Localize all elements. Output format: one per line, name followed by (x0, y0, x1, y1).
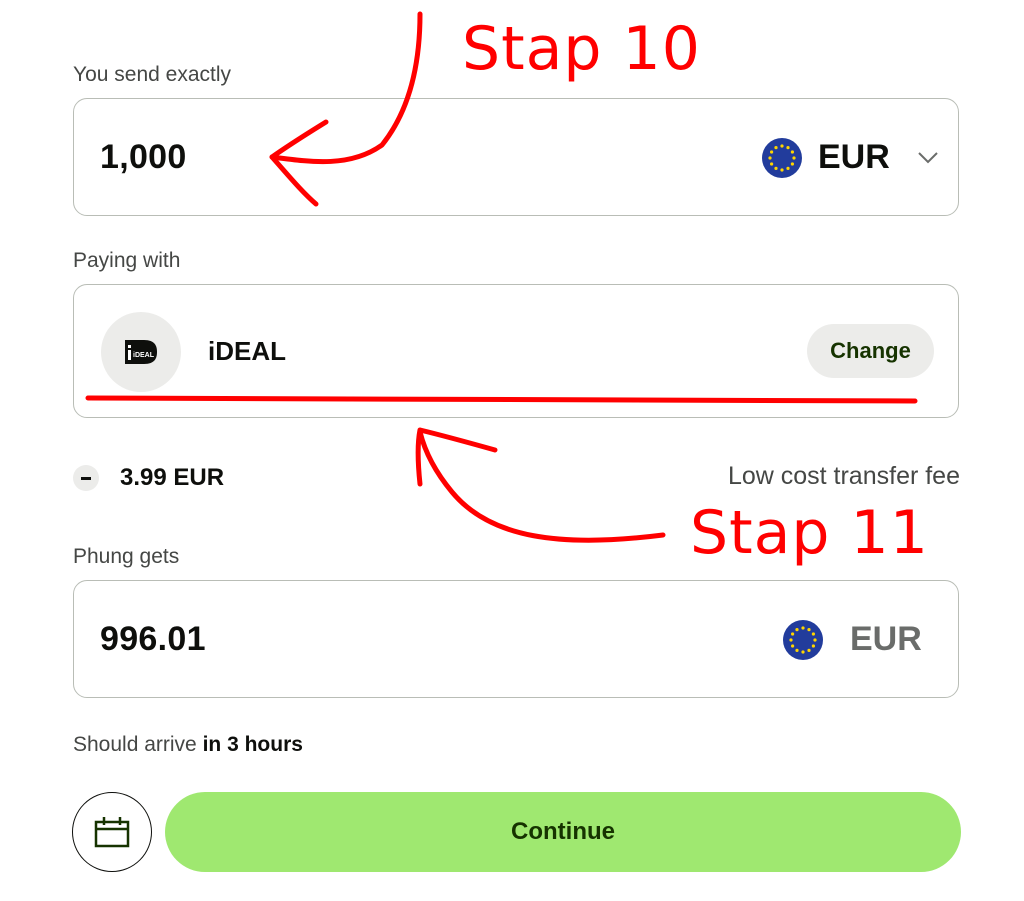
ideal-logo-badge: iDEAL (101, 312, 181, 392)
payment-method-name: iDEAL (208, 336, 286, 366)
calendar-icon (94, 817, 130, 848)
annotation-step-11: Stap 11 (690, 498, 929, 568)
paying-label: Paying with (73, 249, 181, 272)
arrival-time: in 3 hours (202, 733, 303, 756)
schedule-button[interactable] (72, 792, 152, 872)
eu-flag-icon (762, 138, 802, 178)
arrival-estimate: Should arrive in 3 hours (73, 733, 303, 757)
arrival-prefix: Should arrive (73, 733, 197, 756)
payment-method-card: iDEAL iDEAL Change (73, 284, 959, 418)
receive-currency-code: EUR (850, 620, 922, 658)
fee-row: 3.99 EUR Low cost transfer fee (73, 458, 960, 498)
receive-amount-input[interactable]: 996.01 (100, 620, 206, 659)
receive-amount-field[interactable]: 996.01 EUR (73, 580, 959, 698)
fee-description: Low cost transfer fee (727, 462, 960, 490)
ideal-logo-text: iDEAL (133, 352, 155, 359)
eu-flag-icon (783, 620, 823, 660)
minus-icon (73, 465, 99, 491)
annotation-step-10: Stap 10 (462, 14, 701, 84)
continue-button[interactable]: Continue (165, 792, 961, 872)
change-payment-button[interactable]: Change (807, 324, 934, 378)
send-currency-code: EUR (818, 138, 890, 176)
send-amount-field[interactable]: 1,000 EUR (73, 98, 959, 216)
chevron-down-icon (918, 152, 938, 164)
send-label: You send exactly (73, 63, 232, 86)
ideal-logo-icon: iDEAL (125, 340, 157, 364)
send-amount-input[interactable]: 1,000 (100, 138, 187, 177)
fee-amount: 3.99 EUR (120, 464, 225, 491)
receive-label: Phung gets (73, 545, 180, 568)
